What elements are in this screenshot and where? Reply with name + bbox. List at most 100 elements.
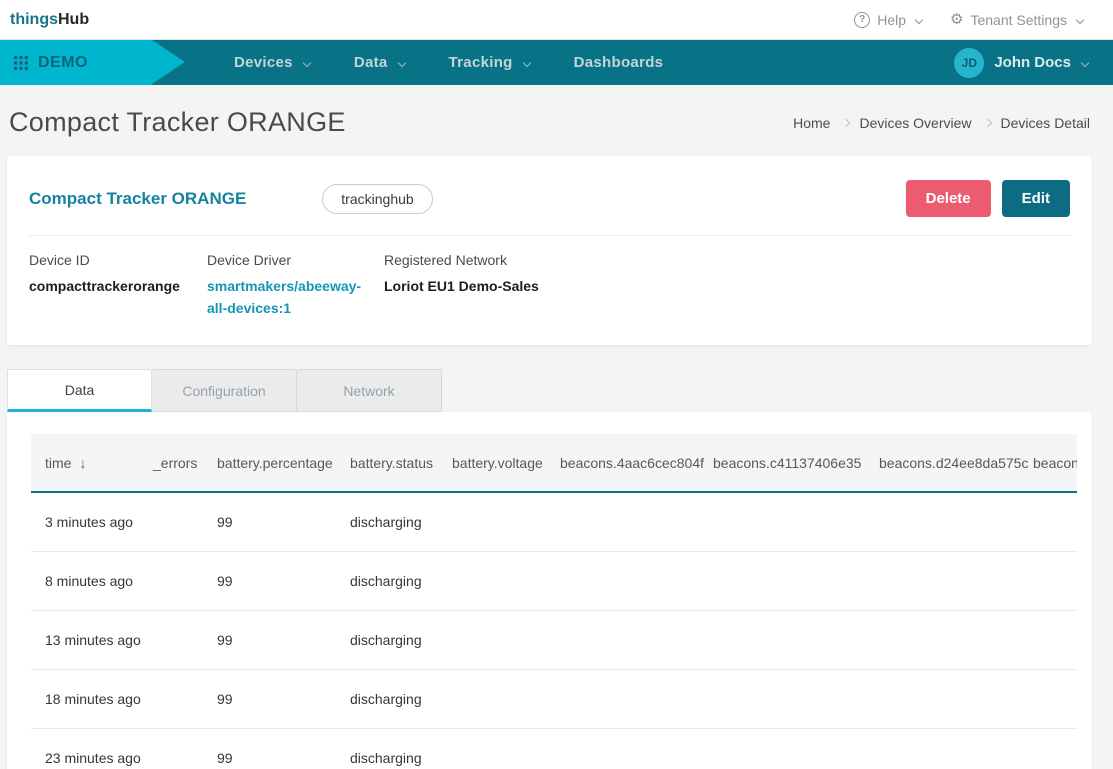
table-row[interactable]: 18 minutes ago99discharging <box>31 669 1077 728</box>
table-cell: 23 minutes ago <box>31 728 139 769</box>
column-label: beacons.d24ee8da575c <box>879 455 1028 471</box>
field-registered-network: Registered Network Loriot EU1 Demo-Sales <box>384 252 1070 319</box>
table-cell <box>139 669 203 728</box>
divider <box>29 235 1070 236</box>
table-cell <box>865 551 1019 610</box>
column-header-battery.status[interactable]: battery.status <box>336 434 438 492</box>
registered-network-value: Loriot EU1 Demo-Sales <box>384 276 1070 298</box>
device-title: Compact Tracker ORANGE <box>29 189 246 209</box>
brand-suffix: Hub <box>58 11 89 28</box>
table-cell <box>1019 610 1077 669</box>
table-cell <box>546 728 699 769</box>
chevron-down-icon <box>397 58 405 66</box>
tab-configuration[interactable]: Configuration <box>152 369 297 412</box>
column-label: battery.status <box>350 455 433 471</box>
nav-item-label: Dashboards <box>574 54 664 71</box>
column-header-_errors[interactable]: _errors <box>139 434 203 492</box>
chevron-down-icon <box>915 15 923 23</box>
nav-item-label: Data <box>354 54 388 71</box>
main-content: Compact Tracker ORANGE Home Devices Over… <box>7 85 1092 769</box>
table-scroll-area[interactable]: time ↓ _errors battery.percentage battery.st… <box>31 434 1077 769</box>
top-bar: thingsHub ? Help ⚙ Tenant Settings <box>0 0 1113 40</box>
tenant-settings-menu[interactable]: ⚙ Tenant Settings <box>950 12 1083 28</box>
table-cell <box>438 669 546 728</box>
device-card-header: Compact Tracker ORANGE trackinghub Delet… <box>29 180 1070 217</box>
table-cell: discharging <box>336 492 438 551</box>
table-cell <box>438 551 546 610</box>
table-cell <box>438 728 546 769</box>
table-cell: 13 minutes ago <box>31 610 139 669</box>
table-cell <box>865 610 1019 669</box>
table-cell: discharging <box>336 728 438 769</box>
table-cell: 8 minutes ago <box>31 551 139 610</box>
table-cell <box>139 492 203 551</box>
brand-logo[interactable]: thingsHub <box>10 11 89 29</box>
table-row[interactable]: 3 minutes ago 99discharging <box>31 492 1077 551</box>
table-cell <box>438 610 546 669</box>
table-row[interactable]: 23 minutes ago 99discharging <box>31 728 1077 769</box>
table-body: 3 minutes ago99discharging8 minutes ago9… <box>31 492 1077 769</box>
tenant-switcher[interactable]: DEMO <box>0 40 152 85</box>
edit-button[interactable]: Edit <box>1002 180 1070 217</box>
breadcrumb-separator-icon <box>842 118 850 126</box>
tab-data[interactable]: Data <box>7 369 152 412</box>
field-label: Device Driver <box>207 252 384 268</box>
breadcrumb: Home Devices Overview Devices Detail <box>793 115 1090 131</box>
sort-desc-icon: ↓ <box>79 455 86 471</box>
column-label: battery.voltage <box>452 455 543 471</box>
nav-item-dashboards[interactable]: Dashboards <box>574 54 664 71</box>
table-cell: discharging <box>336 551 438 610</box>
column-header-beacons.c41137406e35[interactable]: beacons.c41137406e35 <box>699 434 865 492</box>
table-cell <box>699 492 865 551</box>
table-cell <box>865 669 1019 728</box>
nav-item-label: Tracking <box>449 54 513 71</box>
table-cell: 99 <box>203 728 336 769</box>
table-cell <box>865 728 1019 769</box>
chevron-down-icon <box>303 58 311 66</box>
table-cell: 99 <box>203 492 336 551</box>
chevron-down-icon <box>1076 15 1084 23</box>
breadcrumb-separator-icon <box>983 118 991 126</box>
breadcrumb-devices-overview[interactable]: Devices Overview <box>859 115 971 131</box>
table-cell: discharging <box>336 610 438 669</box>
user-menu[interactable]: JD John Docs <box>954 48 1088 78</box>
tenant-settings-label: Tenant Settings <box>970 12 1067 28</box>
column-header-beacons.d24ee8da575c[interactable]: beacons.d24ee8da575c <box>865 434 1019 492</box>
table-cell <box>699 551 865 610</box>
topbar-right: ? Help ⚙ Tenant Settings <box>854 12 1083 28</box>
data-table-card: time ↓ _errors battery.percentage battery.st… <box>7 412 1092 769</box>
nav-item-tracking[interactable]: Tracking <box>449 54 530 71</box>
column-header-battery.percentage[interactable]: battery.percentage <box>203 434 336 492</box>
help-menu[interactable]: ? Help <box>854 12 922 28</box>
page-title: Compact Tracker ORANGE <box>9 107 346 138</box>
user-name-label: John Docs <box>994 54 1071 71</box>
table-cell <box>546 610 699 669</box>
table-cell <box>546 551 699 610</box>
device-tag-badge: trackinghub <box>322 184 432 214</box>
column-header-battery.voltage[interactable]: battery.voltage <box>438 434 546 492</box>
table-row[interactable]: 8 minutes ago 99discharging <box>31 551 1077 610</box>
nav-item-data[interactable]: Data <box>354 54 405 71</box>
column-header-time[interactable]: time ↓ <box>31 434 139 492</box>
table-cell <box>546 492 699 551</box>
brand-prefix: things <box>10 11 58 28</box>
field-label: Registered Network <box>384 252 1070 268</box>
table-cell: 99 <box>203 551 336 610</box>
chevron-down-icon <box>1081 58 1089 66</box>
nav-item-devices[interactable]: Devices <box>234 54 310 71</box>
breadcrumb-home[interactable]: Home <box>793 115 830 131</box>
table-cell: 99 <box>203 610 336 669</box>
delete-button[interactable]: Delete <box>906 180 991 217</box>
nav-items: Devices Data Tracking Dashboards <box>234 54 663 71</box>
user-name: John Docs <box>994 54 1088 71</box>
column-label: battery.percentage <box>217 455 333 471</box>
device-driver-link[interactable]: smartmakers/abeeway-all-devices:1 <box>207 276 375 319</box>
table-cell <box>139 551 203 610</box>
table-cell <box>865 492 1019 551</box>
table-cell <box>699 669 865 728</box>
table-row[interactable]: 13 minutes ago 99discharging <box>31 610 1077 669</box>
column-label: time <box>45 455 71 471</box>
column-header-beacons.4aac6cec804f[interactable]: beacons.4aac6cec804f <box>546 434 699 492</box>
table-cell: 3 minutes ago <box>31 492 139 551</box>
tab-network[interactable]: Network <box>297 369 442 412</box>
